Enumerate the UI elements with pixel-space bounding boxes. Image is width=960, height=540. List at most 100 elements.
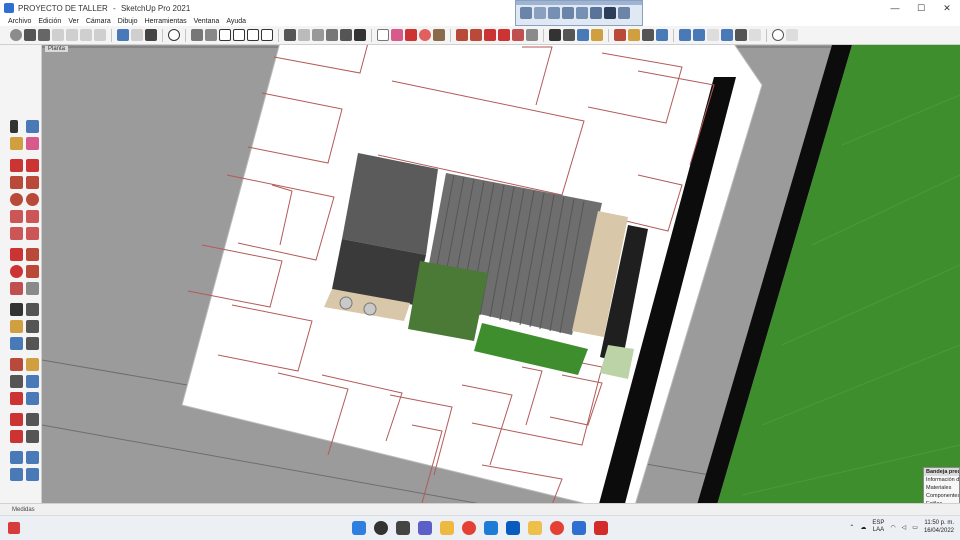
mail-icon[interactable] xyxy=(506,521,520,535)
orbit-icon[interactable] xyxy=(614,29,626,41)
model-info-icon[interactable] xyxy=(168,29,180,41)
pie-tool-icon[interactable] xyxy=(26,227,39,240)
print-icon[interactable] xyxy=(145,29,157,41)
battery-icon[interactable]: ▭ xyxy=(912,524,918,531)
tray-item-materials[interactable]: Materiales xyxy=(924,484,959,492)
cut-icon[interactable] xyxy=(52,29,64,41)
back-view-icon[interactable] xyxy=(576,7,588,19)
move-icon[interactable] xyxy=(484,29,496,41)
start-icon[interactable] xyxy=(352,521,366,535)
two-point-arc-icon[interactable] xyxy=(26,210,39,223)
search-icon[interactable] xyxy=(374,521,388,535)
iso-view-icon[interactable] xyxy=(520,7,532,19)
xray-icon[interactable] xyxy=(284,29,296,41)
house-front-icon[interactable] xyxy=(219,29,231,41)
zoom-extents-icon[interactable] xyxy=(656,29,668,41)
erase-icon[interactable] xyxy=(94,29,106,41)
paint-tool-icon[interactable] xyxy=(10,137,23,150)
line-pencil-icon[interactable] xyxy=(405,29,417,41)
chrome-icon[interactable] xyxy=(462,521,476,535)
sketchup-taskbar-icon[interactable] xyxy=(572,521,586,535)
top-camera-icon[interactable] xyxy=(205,29,217,41)
edge-icon[interactable] xyxy=(484,521,498,535)
rotate-tool-icon[interactable] xyxy=(10,265,23,278)
warehouse-tool-icon[interactable] xyxy=(10,451,23,464)
rotate-icon[interactable] xyxy=(498,29,510,41)
clock[interactable]: 11:50 p. m. 16/04/2022 xyxy=(924,519,954,535)
tape-tool-icon[interactable] xyxy=(10,303,23,316)
top-view-icon[interactable] xyxy=(534,7,546,19)
left-view-icon[interactable] xyxy=(590,7,602,19)
file-explorer-icon[interactable] xyxy=(440,521,454,535)
style-builder-icon[interactable] xyxy=(735,29,747,41)
3d-text-tool-icon[interactable] xyxy=(26,337,39,350)
scale-tool-icon[interactable] xyxy=(10,282,23,295)
chevron-up-icon[interactable]: ⌃ xyxy=(849,524,854,531)
wifi-icon[interactable]: ◠ xyxy=(890,524,895,531)
component-tool-icon[interactable] xyxy=(26,120,39,133)
language-indicator[interactable]: ESP LAA xyxy=(872,520,884,534)
shape-icon[interactable] xyxy=(433,29,445,41)
tray-item-components[interactable]: Componentes xyxy=(924,492,959,500)
dropdown-chevron-icon[interactable] xyxy=(786,29,798,41)
account-avatar-icon[interactable] xyxy=(772,29,784,41)
task-view-icon[interactable] xyxy=(396,521,410,535)
extension-tool-icon[interactable] xyxy=(10,468,23,481)
hidden-line-icon[interactable] xyxy=(312,29,324,41)
rotated-rect-tool-icon[interactable] xyxy=(26,176,39,189)
select-tool-icon[interactable] xyxy=(10,120,18,133)
paint-bucket-icon[interactable] xyxy=(591,29,603,41)
new-file-icon[interactable] xyxy=(10,29,22,41)
menu-edicion[interactable]: Edición xyxy=(38,18,61,25)
chrome-profile-icon[interactable] xyxy=(550,521,564,535)
menu-camara[interactable]: Cámara xyxy=(86,18,111,25)
offset-icon[interactable] xyxy=(526,29,538,41)
menu-herramientas[interactable]: Herramientas xyxy=(145,18,187,25)
scene-tab[interactable]: Planta xyxy=(45,46,69,52)
protractor-tool-icon[interactable] xyxy=(10,320,23,333)
push-pull-tool-icon[interactable] xyxy=(26,248,39,261)
open-icon[interactable] xyxy=(24,29,36,41)
arc-tool-icon[interactable] xyxy=(10,210,23,223)
share-model-icon[interactable] xyxy=(26,451,39,464)
minimize-button[interactable]: — xyxy=(882,0,908,16)
menu-ver[interactable]: Ver xyxy=(68,18,79,25)
house-back-icon[interactable] xyxy=(247,29,259,41)
menu-ayuda[interactable]: Ayuda xyxy=(226,18,246,25)
save-icon[interactable] xyxy=(38,29,50,41)
folder-icon[interactable] xyxy=(528,521,542,535)
layout-icon[interactable] xyxy=(721,29,733,41)
extension-warehouse-icon[interactable] xyxy=(693,29,705,41)
widgets-icon[interactable] xyxy=(8,522,20,534)
warehouse-icon[interactable] xyxy=(679,29,691,41)
menu-archivo[interactable]: Archivo xyxy=(8,18,31,25)
arc-icon[interactable] xyxy=(419,29,431,41)
cloud-icon[interactable]: ☁ xyxy=(860,524,866,531)
eraser-tool-icon[interactable] xyxy=(26,137,39,150)
menu-ventana[interactable]: Ventana xyxy=(194,18,220,25)
menu-dibujo[interactable]: Dibujo xyxy=(118,18,138,25)
dropdown-chevron-icon[interactable] xyxy=(749,29,761,41)
freehand-tool-icon[interactable] xyxy=(26,159,39,172)
front-view-icon[interactable] xyxy=(548,7,560,19)
pan-tool-icon[interactable] xyxy=(26,358,39,371)
tray-title[interactable]: Bandeja predeterminada xyxy=(924,468,959,476)
follow-me-icon[interactable] xyxy=(470,29,482,41)
dimension-tool-icon[interactable] xyxy=(26,303,39,316)
zoom-tool-icon[interactable] xyxy=(10,375,23,388)
previous-view-icon[interactable] xyxy=(26,392,39,405)
teams-chat-icon[interactable] xyxy=(418,521,432,535)
offset-tool-icon[interactable] xyxy=(26,282,39,295)
select-arrow-icon[interactable] xyxy=(377,29,389,41)
iso-camera-icon[interactable] xyxy=(191,29,203,41)
push-pull-icon[interactable] xyxy=(456,29,468,41)
follow-me-tool-icon[interactable] xyxy=(26,265,39,278)
monochrome-icon[interactable] xyxy=(354,29,366,41)
layout-tool-icon[interactable] xyxy=(26,468,39,481)
acrobat-icon[interactable] xyxy=(594,521,608,535)
scale-icon[interactable] xyxy=(512,29,524,41)
pencil-tool-icon[interactable] xyxy=(10,159,23,172)
tape-measure-icon[interactable] xyxy=(549,29,561,41)
eraser-icon[interactable] xyxy=(391,29,403,41)
axes-icon[interactable] xyxy=(577,29,589,41)
